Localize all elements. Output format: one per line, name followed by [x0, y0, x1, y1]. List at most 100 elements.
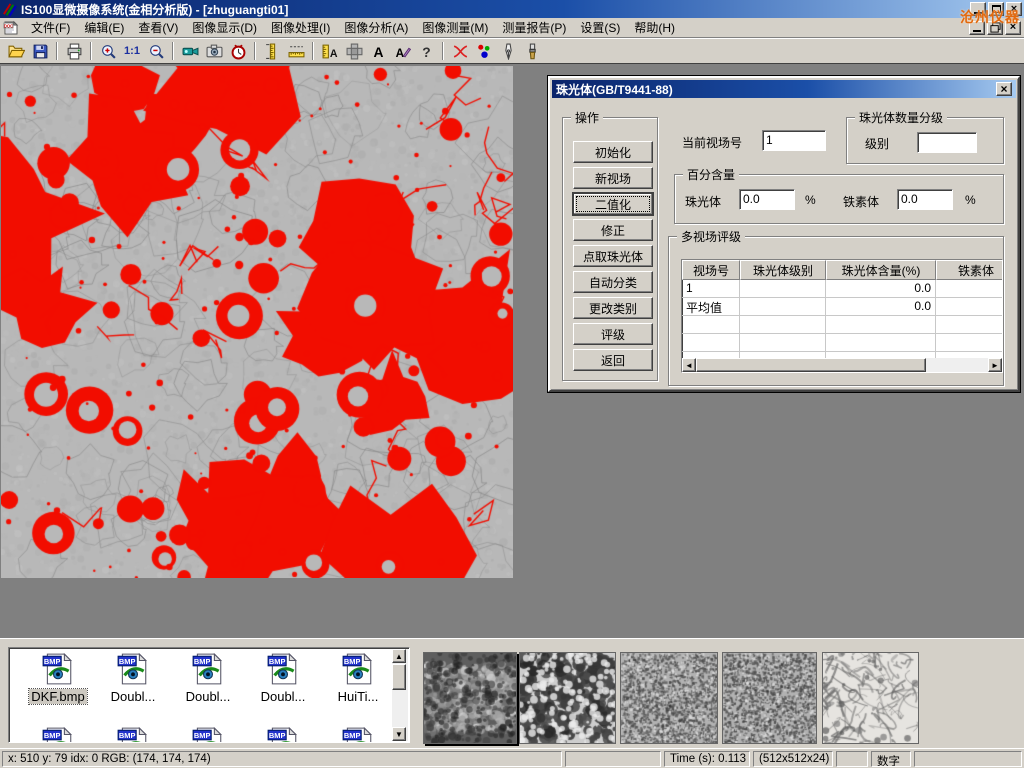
percent-group: 百分含量 珠光体 0.0 % 铁素体 0.0 % [674, 174, 1004, 224]
menu-图像测量M[interactable]: 图像测量(M) [415, 17, 495, 38]
video-camera-icon [182, 43, 199, 60]
zoom-out-button[interactable] [144, 40, 168, 62]
file-item-partial[interactable]: BMP [321, 726, 395, 743]
grading-group: 珠光体数量分级 级别 [846, 117, 1004, 164]
menu-文件F[interactable]: 文件(F) [24, 17, 77, 38]
table-header-3[interactable]: 珠光体含量(%) [826, 260, 936, 280]
print-button[interactable] [62, 40, 86, 62]
open-button[interactable] [4, 40, 28, 62]
current-field-label: 当前视场号 [682, 134, 742, 151]
thumbnail-canvas [822, 652, 919, 744]
file-item[interactable]: BMPDoubl... [96, 652, 170, 704]
time-status: Time (s): 0.113 [664, 751, 750, 767]
menu-图像处理I[interactable]: 图像处理(I) [264, 17, 337, 38]
menu-图像分析A[interactable]: 图像分析(A) [337, 17, 415, 38]
op-button-5[interactable]: 点取珠光体 [573, 245, 653, 267]
table-row[interactable]: 平均值0.0 [682, 298, 1002, 316]
grade-label: 级别 [865, 135, 889, 152]
table-row[interactable] [682, 316, 1002, 334]
file-item[interactable]: BMPHuiTi... [321, 652, 395, 704]
menu-设置S[interactable]: 设置(S) [573, 17, 627, 38]
brush-button[interactable] [520, 40, 544, 62]
rating-table-header: 视场号珠光体级别珠光体含量(%)铁素体 [682, 260, 1002, 280]
table-cell [740, 280, 826, 298]
op-button-3[interactable]: 二值化 [573, 193, 653, 215]
table-row[interactable] [682, 334, 1002, 352]
caliper-button[interactable] [260, 40, 284, 62]
curve-tool-button[interactable] [448, 40, 472, 62]
metallographic-image[interactable] [1, 66, 513, 578]
document-icon[interactable]: DOC [3, 20, 19, 36]
file-name: DKF.bmp [29, 689, 86, 704]
menu-帮助H[interactable]: 帮助(H) [627, 17, 682, 38]
menu-测量报告P[interactable]: 测量报告(P) [495, 17, 573, 38]
text-button[interactable]: A [366, 40, 390, 62]
file-item[interactable]: BMPDoubl... [171, 652, 245, 704]
image-thumbnail[interactable] [423, 652, 517, 744]
table-header-4[interactable]: 铁素体 [936, 260, 1003, 280]
file-item-partial[interactable]: BMP [21, 726, 95, 743]
table-row[interactable]: 10.0 [682, 280, 1002, 298]
toolbar-separator [312, 42, 314, 60]
scroll-right-icon[interactable]: ► [988, 358, 1002, 372]
annotate-button[interactable]: A [390, 40, 414, 62]
measure-text-button[interactable]: A [318, 40, 342, 62]
pearlite-label: 珠光体 [685, 193, 721, 210]
status-bar: x: 510 y: 79 idx: 0 RGB: (174, 174, 174)… [0, 748, 1024, 768]
table-header-1[interactable]: 视场号 [682, 260, 740, 280]
grade-input[interactable] [917, 132, 977, 153]
particle-icon [476, 43, 493, 60]
bmp-file-icon: BMP [41, 726, 75, 743]
zoom-in-button[interactable] [96, 40, 120, 62]
zoom-in-icon [100, 43, 117, 60]
file-list-vscrollbar[interactable]: ▲ ▼ [392, 649, 408, 741]
scroll-left-icon[interactable]: ◄ [682, 358, 696, 372]
actual-size-icon: 1:1 [124, 45, 140, 57]
image-size-status: (512x512x24) [753, 751, 833, 767]
file-item-partial[interactable]: BMP [171, 726, 245, 743]
file-item[interactable]: BMPDoubl... [246, 652, 320, 704]
grading-group-label: 珠光体数量分级 [855, 109, 947, 126]
save-button[interactable] [28, 40, 52, 62]
menu-图像显示D[interactable]: 图像显示(D) [185, 17, 264, 38]
menu-编辑E[interactable]: 编辑(E) [77, 17, 131, 38]
svg-text:BMP: BMP [119, 657, 136, 666]
empty-status-1 [565, 751, 661, 767]
image-thumbnail[interactable] [620, 652, 718, 744]
scroll-up-icon[interactable]: ▲ [392, 649, 406, 663]
menu-查看V[interactable]: 查看(V) [131, 17, 185, 38]
image-thumbnail[interactable] [519, 652, 616, 744]
vscroll-thumb[interactable] [392, 664, 406, 690]
timer-button[interactable] [226, 40, 250, 62]
camera-button[interactable] [202, 40, 226, 62]
op-button-1[interactable]: 初始化 [573, 141, 653, 163]
picker-button[interactable] [496, 40, 520, 62]
op-button-2[interactable]: 新视场 [573, 167, 653, 189]
table-hscrollbar[interactable]: ◄ ► [682, 358, 1002, 372]
op-button-4[interactable]: 修正 [573, 219, 653, 241]
help-button[interactable]: ? [414, 40, 438, 62]
current-field-input[interactable]: 1 [762, 130, 826, 151]
ruler-button[interactable] [284, 40, 308, 62]
image-thumbnail[interactable] [722, 652, 817, 744]
op-button-6[interactable]: 自动分类 [573, 271, 653, 293]
file-item-partial[interactable]: BMP [96, 726, 170, 743]
op-button-8[interactable]: 评级 [573, 323, 653, 345]
table-header-2[interactable]: 珠光体级别 [740, 260, 826, 280]
scroll-down-icon[interactable]: ▼ [392, 727, 406, 741]
op-button-7[interactable]: 更改类别 [573, 297, 653, 319]
image-thumbnail[interactable] [822, 652, 919, 744]
grid-button[interactable] [342, 40, 366, 62]
file-item[interactable]: BMPDKF.bmp [21, 652, 95, 704]
video-camera-button[interactable] [178, 40, 202, 62]
op-button-9[interactable]: 返回 [573, 349, 653, 371]
table-cell [740, 298, 826, 316]
particle-button[interactable] [472, 40, 496, 62]
hscroll-thumb[interactable] [696, 358, 926, 372]
file-item-partial[interactable]: BMP [246, 726, 320, 743]
dialog-close-button[interactable]: × [996, 82, 1012, 96]
actual-size-button[interactable]: 1:1 [120, 40, 144, 62]
pearlite-input[interactable]: 0.0 [739, 189, 795, 210]
ferrite-input[interactable]: 0.0 [897, 189, 953, 210]
percent-group-label: 百分含量 [683, 166, 739, 183]
